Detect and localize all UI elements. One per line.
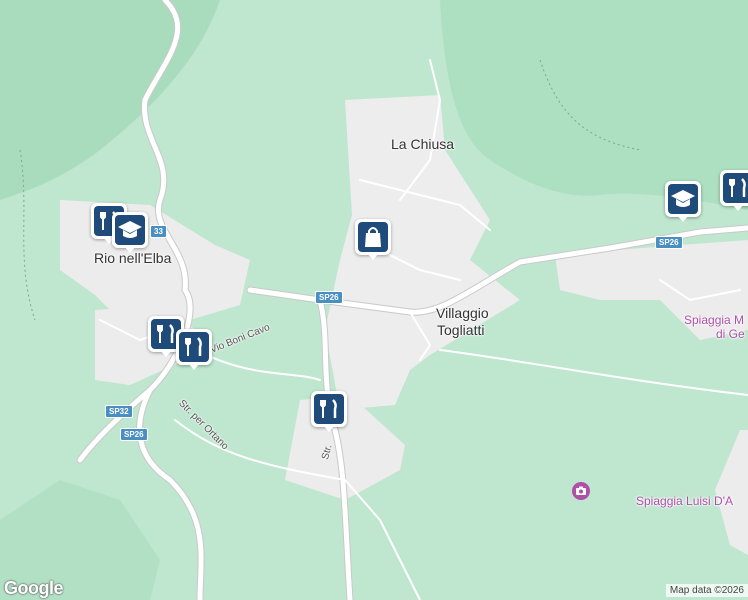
- poi-label-spiaggia-luisi[interactable]: Spiaggia Luisi D'A: [636, 494, 733, 508]
- camera-icon[interactable]: [572, 482, 590, 500]
- road-shield-sp33: 33: [150, 225, 167, 238]
- restaurant-icon: [185, 337, 202, 356]
- map-attribution[interactable]: Map data ©2026: [665, 584, 748, 597]
- marker-restaurant[interactable]: [176, 329, 212, 370]
- school-icon: [118, 221, 142, 238]
- road-shield-sp26: SP26: [315, 291, 343, 304]
- school-icon: [671, 190, 695, 207]
- place-label-togliatti[interactable]: Togliatti: [437, 322, 484, 338]
- marker-shop[interactable]: [355, 219, 391, 260]
- place-label-villaggio[interactable]: Villaggio: [436, 305, 489, 321]
- place-label-la-chiusa[interactable]: La Chiusa: [391, 136, 454, 152]
- road-shield-sp26-southwest: SP26: [120, 428, 148, 441]
- shopping-bag-icon: [365, 227, 381, 247]
- road-shield-sp26-east: SP26: [655, 236, 683, 249]
- marker-restaurant[interactable]: [720, 170, 748, 211]
- map-canvas[interactable]: SP26 SP26 SP26 SP32 33 La Chiusa Rio nel…: [0, 0, 748, 600]
- poi-label-spiaggia-ge[interactable]: di Ge: [716, 327, 745, 341]
- poi-label-spiaggia-m[interactable]: Spiaggia M: [684, 313, 744, 327]
- marker-restaurant[interactable]: [311, 391, 347, 432]
- google-logo: Google: [4, 578, 64, 598]
- marker-school[interactable]: [112, 212, 148, 253]
- restaurant-icon: [320, 399, 337, 418]
- marker-school[interactable]: [665, 181, 701, 222]
- restaurant-icon: [729, 178, 746, 197]
- map-base-layer: [0, 0, 748, 600]
- road-shield-sp32: SP32: [105, 405, 133, 418]
